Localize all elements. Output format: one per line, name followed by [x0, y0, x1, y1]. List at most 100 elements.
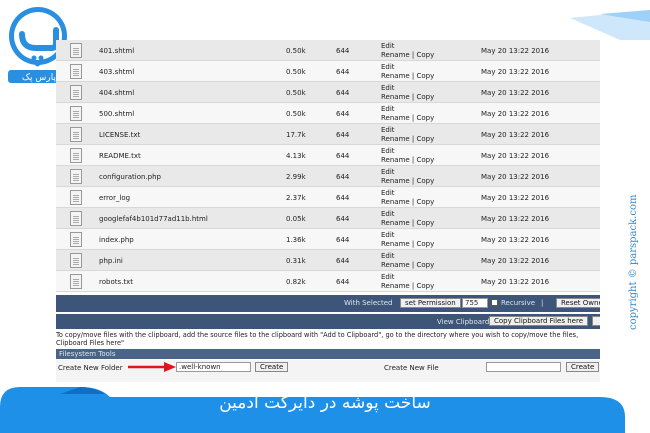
filesystem-tools-header: Filesystem Tools [56, 349, 600, 359]
file-permission[interactable]: 644 [336, 278, 349, 286]
file-name[interactable]: 401.shtml [99, 47, 134, 55]
file-permission[interactable]: 644 [336, 236, 349, 244]
file-row[interactable]: php.ini 0.31k 644 Edit Rename | Copy May 20 1… [56, 250, 600, 271]
file-actions: Edit Rename | Copy [381, 63, 434, 81]
file-name[interactable]: googlefaf4b101d77ad11b.html [99, 215, 208, 223]
file-date: May 20 13:22 2016 [481, 173, 550, 181]
rename-copy-links[interactable]: Rename | Copy [381, 198, 434, 206]
set-permission-button[interactable]: set Permission [400, 298, 461, 308]
bar-separator: | [541, 299, 544, 307]
copy-clipboard-here-button[interactable]: Copy Clipboard Files here [489, 316, 589, 326]
recursive-checkbox[interactable] [491, 299, 498, 306]
new-folder-input[interactable]: .well-known [176, 362, 251, 372]
file-name[interactable]: 404.shtml [99, 89, 134, 97]
file-row[interactable]: 404.shtml 0.50k 644 Edit Rename | Copy May 20… [56, 82, 600, 103]
file-permission[interactable]: 644 [336, 194, 349, 202]
file-date: May 20 13:22 2016 [481, 89, 550, 97]
edit-link[interactable]: Edit [381, 147, 395, 155]
file-row[interactable]: error_log 2.37k 644 Edit Rename | Copy May 20… [56, 187, 600, 208]
edit-link[interactable]: Edit [381, 126, 395, 134]
clipboard-extra-button[interactable] [592, 316, 600, 326]
file-manager-panel: 401.shtml 0.50k 644 Edit Rename | Copy May 20… [56, 40, 600, 382]
file-row[interactable]: index.php 1.36k 644 Edit Rename | Copy May 20… [56, 229, 600, 250]
file-name[interactable]: 403.shtml [99, 68, 134, 76]
rename-copy-links[interactable]: Rename | Copy [381, 72, 434, 80]
file-size: 0.82k [286, 278, 306, 286]
edit-link[interactable]: Edit [381, 84, 395, 92]
reset-owner-button[interactable]: Reset Owne [556, 298, 600, 308]
permission-input[interactable]: 755 [462, 298, 488, 308]
file-name[interactable]: php.ini [99, 257, 123, 265]
create-file-button[interactable]: Create [566, 362, 600, 372]
file-name[interactable]: README.txt [99, 152, 141, 160]
file-name[interactable]: robots.txt [99, 278, 133, 286]
file-size: 0.50k [286, 89, 306, 97]
file-name[interactable]: configuration.php [99, 173, 161, 181]
file-date: May 20 13:22 2016 [481, 47, 550, 55]
file-row[interactable]: googlefaf4b101d77ad11b.html 0.05k 644 Edit R… [56, 208, 600, 229]
create-folder-button[interactable]: Create [255, 362, 289, 372]
file-size: 4.13k [286, 152, 306, 160]
file-icon [70, 148, 82, 163]
edit-link[interactable]: Edit [381, 210, 395, 218]
file-actions: Edit Rename | Copy [381, 252, 434, 270]
file-permission[interactable]: 644 [336, 131, 349, 139]
edit-link[interactable]: Edit [381, 189, 395, 197]
edit-link[interactable]: Edit [381, 252, 395, 260]
file-date: May 20 13:22 2016 [481, 68, 550, 76]
rename-copy-links[interactable]: Rename | Copy [381, 156, 434, 164]
file-permission[interactable]: 644 [336, 257, 349, 265]
file-icon [70, 43, 82, 58]
file-actions: Edit Rename | Copy [381, 189, 434, 207]
rename-copy-links[interactable]: Rename | Copy [381, 282, 434, 290]
view-clipboard-link[interactable]: View Clipboard [437, 318, 489, 326]
file-row[interactable]: 403.shtml 0.50k 644 Edit Rename | Copy May 20… [56, 61, 600, 82]
file-permission[interactable]: 644 [336, 215, 349, 223]
file-permission[interactable]: 644 [336, 47, 349, 55]
file-permission[interactable]: 644 [336, 110, 349, 118]
rename-copy-links[interactable]: Rename | Copy [381, 261, 434, 269]
edit-link[interactable]: Edit [381, 63, 395, 71]
file-size: 0.31k [286, 257, 306, 265]
edit-link[interactable]: Edit [381, 273, 395, 281]
filesystem-tools-title: Filesystem Tools [59, 350, 116, 358]
file-size: 1.36k [286, 236, 306, 244]
file-name[interactable]: LICENSE.txt [99, 131, 140, 139]
file-permission[interactable]: 644 [336, 68, 349, 76]
file-row[interactable]: 500.shtml 0.50k 644 Edit Rename | Copy May 20… [56, 103, 600, 124]
rename-copy-links[interactable]: Rename | Copy [381, 219, 434, 227]
edit-link[interactable]: Edit [381, 231, 395, 239]
rename-copy-links[interactable]: Rename | Copy [381, 93, 434, 101]
file-actions: Edit Rename | Copy [381, 273, 434, 291]
file-name[interactable]: index.php [99, 236, 134, 244]
file-name[interactable]: 500.shtml [99, 110, 134, 118]
file-date: May 20 13:22 2016 [481, 257, 550, 265]
file-name[interactable]: error_log [99, 194, 130, 202]
file-row[interactable]: 401.shtml 0.50k 644 Edit Rename | Copy May 20… [56, 40, 600, 61]
file-permission[interactable]: 644 [336, 173, 349, 181]
file-date: May 20 13:22 2016 [481, 152, 550, 160]
file-icon [70, 211, 82, 226]
file-row[interactable]: robots.txt 0.82k 644 Edit Rename | Copy May 2… [56, 271, 600, 292]
rename-copy-links[interactable]: Rename | Copy [381, 51, 434, 59]
file-icon [70, 106, 82, 121]
edit-link[interactable]: Edit [381, 105, 395, 113]
rename-copy-links[interactable]: Rename | Copy [381, 114, 434, 122]
file-row[interactable]: LICENSE.txt 17.7k 644 Edit Rename | Copy May … [56, 124, 600, 145]
rename-copy-links[interactable]: Rename | Copy [381, 240, 434, 248]
rename-copy-links[interactable]: Rename | Copy [381, 177, 434, 185]
file-icon [70, 253, 82, 268]
new-file-input[interactable] [486, 362, 561, 372]
edit-link[interactable]: Edit [381, 42, 395, 50]
edit-link[interactable]: Edit [381, 168, 395, 176]
file-row[interactable]: configuration.php 2.99k 644 Edit Rename | Co… [56, 166, 600, 187]
file-icon [70, 127, 82, 142]
copyright-label: copyright © parspack.com [628, 194, 639, 330]
file-actions: Edit Rename | Copy [381, 84, 434, 102]
rename-copy-links[interactable]: Rename | Copy [381, 135, 434, 143]
file-actions: Edit Rename | Copy [381, 42, 434, 60]
create-file-label: Create New File [384, 364, 439, 372]
file-permission[interactable]: 644 [336, 152, 349, 160]
file-permission[interactable]: 644 [336, 89, 349, 97]
file-row[interactable]: README.txt 4.13k 644 Edit Rename | Copy May 2… [56, 145, 600, 166]
